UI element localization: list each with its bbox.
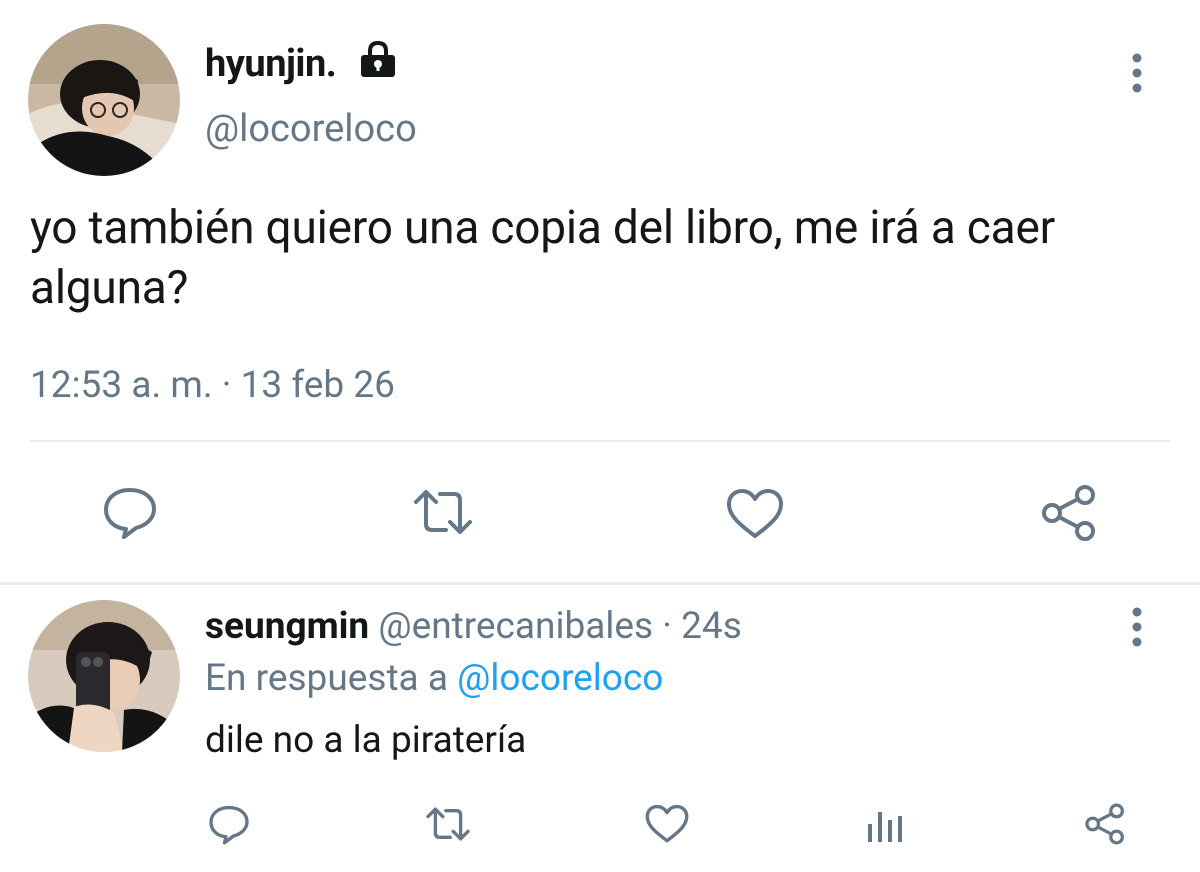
timestamp[interactable]: 12:53 a. m. · 13 feb 26 <box>30 364 395 407</box>
handle[interactable]: @locoreloco <box>205 107 417 151</box>
reply-icon[interactable] <box>208 803 250 845</box>
reply-time[interactable]: 24s <box>681 605 742 648</box>
retweet-icon[interactable] <box>412 488 474 536</box>
main-tweet: hyunjin. @locoreloco yo también quiero u… <box>0 0 1200 584</box>
reply-handle-text[interactable]: @entrecanibales <box>378 605 653 648</box>
tweet-text: yo también quiero una copia del libro, m… <box>30 201 1056 315</box>
more-options-icon[interactable] <box>1130 607 1144 647</box>
replying-to: En respuesta a @locoreloco <box>205 657 663 700</box>
seungmin-avatar[interactable] <box>28 600 180 752</box>
hyunjin-avatar[interactable] <box>28 24 180 176</box>
like-icon[interactable] <box>645 804 689 844</box>
retweet-icon[interactable] <box>425 806 471 842</box>
reply-icon[interactable] <box>102 484 158 540</box>
lock-icon <box>357 40 399 80</box>
divider <box>30 440 1170 442</box>
reply-separator: · <box>653 605 682 648</box>
share-icon[interactable] <box>1084 803 1126 845</box>
reply-header: seungmin @entrecanibales · 24s <box>205 605 742 648</box>
share-icon[interactable] <box>1040 484 1098 542</box>
display-name[interactable]: hyunjin. <box>205 42 337 86</box>
analytics-icon[interactable] <box>866 806 904 842</box>
like-icon[interactable] <box>726 488 784 540</box>
reply-tweet[interactable]: seungmin @entrecanibales · 24s En respue… <box>0 585 1200 872</box>
reply-text: dile no a la piratería <box>205 719 527 762</box>
more-options-icon[interactable] <box>1130 53 1144 93</box>
replying-to-link[interactable]: @locoreloco <box>457 657 663 700</box>
replying-prefix: En respuesta a <box>205 657 458 700</box>
reply-display-name[interactable]: seungmin <box>205 605 369 648</box>
